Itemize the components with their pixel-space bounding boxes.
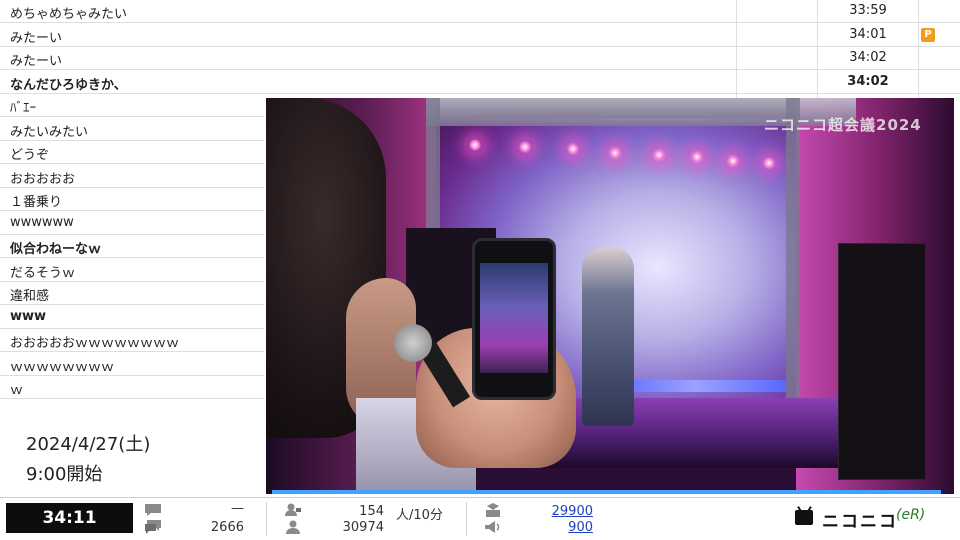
comment-text: みたーい	[10, 54, 63, 69]
video-progress-fill	[272, 490, 942, 494]
comment-row[interactable]: ｗ	[0, 376, 264, 399]
stage-light	[652, 148, 666, 162]
viewers-total: 30974	[342, 520, 384, 535]
comment-row[interactable]: 似合わねーなｗ	[0, 235, 264, 258]
comment-text: なんだひろゆきか、	[10, 78, 127, 93]
comment-text: どうぞ	[10, 148, 50, 163]
comment-text: wwwwww	[10, 215, 74, 230]
comment-row[interactable]: １番乗り	[0, 188, 264, 211]
comment-time: 34:02	[849, 50, 887, 65]
viewer-icon	[284, 503, 302, 517]
smartphone	[472, 238, 556, 400]
premium-badge: P	[921, 28, 935, 42]
comment-text: みたいみたい	[10, 125, 89, 140]
gift-points-link[interactable]: 29900	[520, 504, 593, 519]
comment-row[interactable]: おおおおお	[0, 165, 264, 188]
broadcast-start-time: 9:00開始	[26, 464, 103, 485]
comment-text: めちゃめちゃみたい	[10, 7, 128, 22]
speaker-right	[838, 243, 926, 480]
comment-count: 2666	[210, 520, 244, 535]
comment-row[interactable]: wwwwww	[0, 212, 264, 235]
viewers-rate: 154	[359, 504, 384, 519]
microphone	[394, 324, 432, 362]
video-player[interactable]: ニコニコ超会議2024	[266, 98, 954, 494]
comment-text: 違和感	[10, 289, 50, 304]
gift-icon	[484, 503, 502, 517]
comment-text: おおおおおｗｗｗｗｗｗｗｗ	[10, 336, 180, 351]
comment-row[interactable]: みたいみたい	[0, 118, 264, 141]
comment-row[interactable]: ｗｗｗｗｗｗｗｗ	[0, 353, 264, 376]
comment-row[interactable]: www	[0, 306, 264, 329]
comment-text: ｗ	[10, 383, 24, 398]
brand-logo-suffix: (eR)	[896, 507, 926, 523]
stage-light	[468, 138, 482, 152]
comment-text: 似合わねーなｗ	[10, 242, 102, 257]
comment-row[interactable]: ﾊﾞｴｰ	[0, 94, 264, 117]
comment-row[interactable]: なんだひろゆきか、 34:02	[0, 71, 960, 94]
video-progress-bar[interactable]	[272, 490, 948, 494]
comment-row[interactable]: だるそうｗ	[0, 259, 264, 282]
comment-text: ﾊﾞｴｰ	[10, 101, 36, 116]
comment-row[interactable]: みたーい 34:02	[0, 47, 960, 70]
comment-text: だるそうｗ	[10, 266, 76, 281]
divider	[266, 502, 267, 536]
comment-row[interactable]: どうぞ	[0, 141, 264, 164]
stage-truss-right	[786, 98, 800, 418]
comment-time: 33:59	[849, 3, 887, 18]
stage-light	[726, 154, 740, 168]
ad-points-link[interactable]: 900	[520, 520, 593, 535]
comment-row[interactable]: 違和感	[0, 282, 264, 305]
comment-row[interactable]: みたーい 34:01 P	[0, 24, 960, 47]
performer	[582, 248, 634, 426]
comment-text: www	[10, 309, 47, 324]
divider	[466, 502, 467, 536]
smartphone-screen	[480, 263, 548, 373]
comment-text: ｗｗｗｗｗｗｗｗ	[10, 360, 115, 375]
stage-light	[566, 142, 580, 156]
stage-light	[762, 156, 776, 170]
viewers-rate-unit: 人/10分	[396, 508, 443, 523]
comment-text: みたーい	[10, 31, 63, 46]
comment-row[interactable]: おおおおおｗｗｗｗｗｗｗｗ	[0, 329, 264, 352]
comments-icon	[144, 520, 162, 534]
comment-row[interactable]: めちゃめちゃみたい 33:59	[0, 0, 960, 23]
comment-text: おおおおお	[10, 172, 76, 187]
broadcast-date: 2024/4/27(土)	[26, 434, 151, 455]
ad-icon	[484, 520, 502, 534]
stage-light	[608, 146, 622, 160]
comment-dash: —	[231, 501, 244, 516]
brand-logo: ニコニコ	[822, 512, 898, 532]
comment-icon	[144, 503, 162, 517]
comment-text: １番乗り	[10, 195, 63, 210]
elapsed-time: 34:11	[6, 503, 133, 533]
status-bar: 34:11 — 2666 154 人/10分 30974 29900 900 ニ…	[0, 497, 960, 540]
niconico-tv-icon	[795, 510, 813, 525]
comment-time: 34:01	[849, 27, 887, 42]
comment-time: 34:02	[847, 74, 889, 89]
video-watermark: ニコニコ超会議2024	[764, 116, 922, 134]
viewers-icon	[284, 520, 302, 534]
stage-light	[518, 140, 532, 154]
stage-light	[690, 150, 704, 164]
